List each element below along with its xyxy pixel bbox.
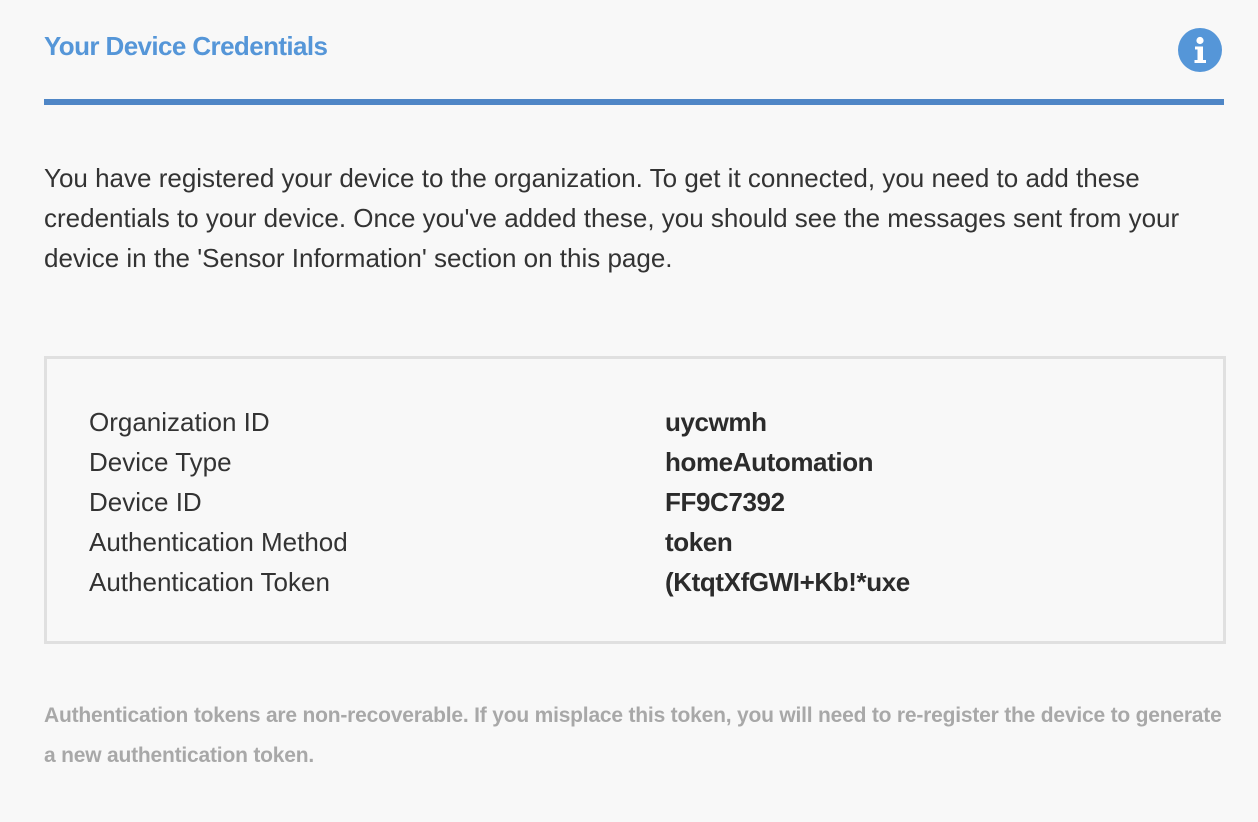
token-warning-footnote: Authentication tokens are non-recoverabl… bbox=[44, 704, 1222, 767]
info-button[interactable] bbox=[1178, 28, 1222, 72]
credential-label: Authentication Token bbox=[89, 567, 330, 597]
credential-row-device-type: Device Type homeAutomation bbox=[89, 442, 1189, 482]
credential-value: homeAutomation bbox=[665, 447, 874, 477]
credential-label: Device ID bbox=[89, 487, 202, 517]
credential-label: Organization ID bbox=[89, 407, 270, 437]
page-title: Your Device Credentials bbox=[44, 31, 328, 61]
device-credentials-panel: Your Device Credentials You have registe… bbox=[44, 0, 1226, 767]
intro-text: You have registered your device to the o… bbox=[44, 163, 1180, 273]
credential-label: Device Type bbox=[89, 447, 232, 477]
credential-value: uycwmh bbox=[665, 407, 767, 437]
header-divider bbox=[44, 99, 1224, 105]
credential-label: Authentication Method bbox=[89, 527, 348, 557]
credential-value: FF9C7392 bbox=[665, 487, 785, 517]
credentials-box: Organization ID uycwmh Device Type homeA… bbox=[44, 356, 1226, 644]
credential-value: token bbox=[665, 527, 733, 557]
credential-row-device-id: Device ID FF9C7392 bbox=[89, 482, 1189, 522]
credential-row-authentication-token: Authentication Token (KtqtXfGWI+Kb!*uxe bbox=[89, 562, 1189, 602]
credential-row-authentication-method: Authentication Method token bbox=[89, 522, 1189, 562]
info-icon bbox=[1194, 36, 1206, 63]
credential-row-organization-id: Organization ID uycwmh bbox=[89, 402, 1189, 442]
panel-header: Your Device Credentials bbox=[44, 0, 1224, 105]
credential-value: (KtqtXfGWI+Kb!*uxe bbox=[665, 567, 910, 597]
